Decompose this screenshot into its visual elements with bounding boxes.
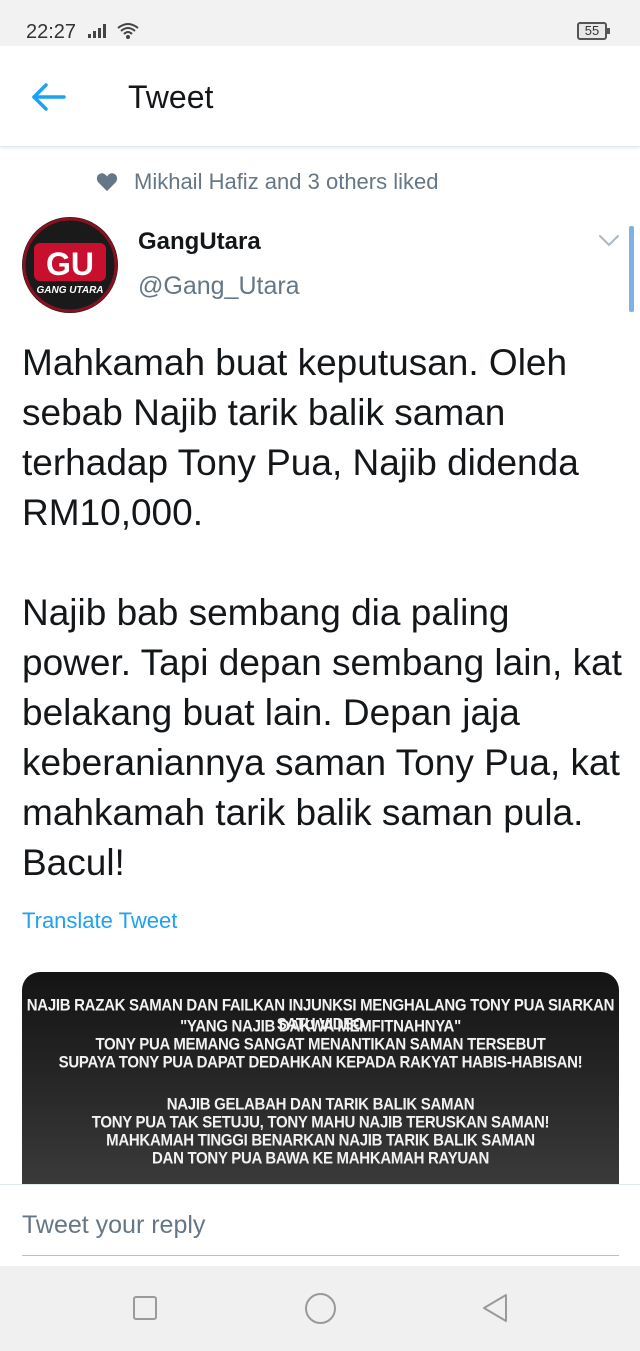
reply-input[interactable]: Tweet your reply bbox=[22, 1211, 205, 1240]
media-text-line: "YANG NAJIB DAKWA MEMFITNAHNYA" bbox=[180, 1017, 461, 1036]
media-text-line: MAHKAMAH TINGGI BENARKAN NAJIB TARIK BAL… bbox=[106, 1131, 535, 1150]
nav-back-icon[interactable] bbox=[480, 1292, 510, 1324]
author-handle[interactable]: @Gang_Utara bbox=[138, 272, 300, 301]
back-arrow-icon[interactable] bbox=[30, 80, 68, 114]
media-text-line: TONY PUA MEMANG SANGAT MENANTIKAN SAMAN … bbox=[95, 1035, 546, 1054]
system-nav-bar bbox=[0, 1266, 640, 1351]
app-header: Tweet bbox=[0, 46, 640, 147]
media-text-line: SUPAYA TONY PUA DAPAT DEDAHKAN KEPADA RA… bbox=[58, 1053, 583, 1072]
status-bar: 22:27 55 bbox=[0, 0, 640, 46]
gang-utara-logo: GU GANG UTARA bbox=[22, 217, 118, 313]
translate-tweet-link[interactable]: Translate Tweet bbox=[22, 908, 177, 934]
scrollbar[interactable] bbox=[629, 226, 634, 312]
tweet-media-image[interactable]: NAJIB RAZAK SAMAN DAN FAILKAN INJUNKSI M… bbox=[22, 972, 619, 1184]
page-title: Tweet bbox=[128, 79, 214, 115]
status-time: 22:27 bbox=[26, 21, 77, 43]
battery-icon: 55 bbox=[577, 22, 610, 40]
author-name[interactable]: GangUtara bbox=[138, 228, 261, 256]
media-text-line: DAN TONY PUA BAWA KE MAHKAMAH RAYUAN bbox=[152, 1149, 489, 1168]
heart-icon bbox=[96, 173, 118, 192]
media-text-line: TONY PUA TAK SETUJU, TONY MAHU NAJIB TER… bbox=[91, 1113, 550, 1132]
nav-recent-icon[interactable] bbox=[133, 1296, 157, 1320]
reply-bar: Tweet your reply bbox=[0, 1184, 640, 1267]
wifi-icon bbox=[117, 23, 139, 39]
nav-home-icon[interactable] bbox=[305, 1293, 336, 1324]
battery-level: 55 bbox=[584, 23, 600, 38]
avatar-caption: GANG UTARA bbox=[36, 285, 103, 296]
chevron-down-icon[interactable] bbox=[598, 234, 620, 248]
reply-underline bbox=[22, 1255, 619, 1256]
tweet-text: Mahkamah buat keputusan. Oleh sebab Naji… bbox=[22, 342, 622, 883]
media-text-line: NAJIB GELABAH DAN TARIK BALIK SAMAN bbox=[166, 1095, 475, 1114]
signal-icon bbox=[88, 24, 106, 38]
social-context[interactable]: Mikhail Hafiz and 3 others liked bbox=[96, 168, 438, 196]
avatar[interactable]: GU GANG UTARA bbox=[22, 217, 118, 313]
avatar-logo-text: GU bbox=[46, 246, 94, 282]
social-context-text: Mikhail Hafiz and 3 others liked bbox=[134, 169, 439, 194]
